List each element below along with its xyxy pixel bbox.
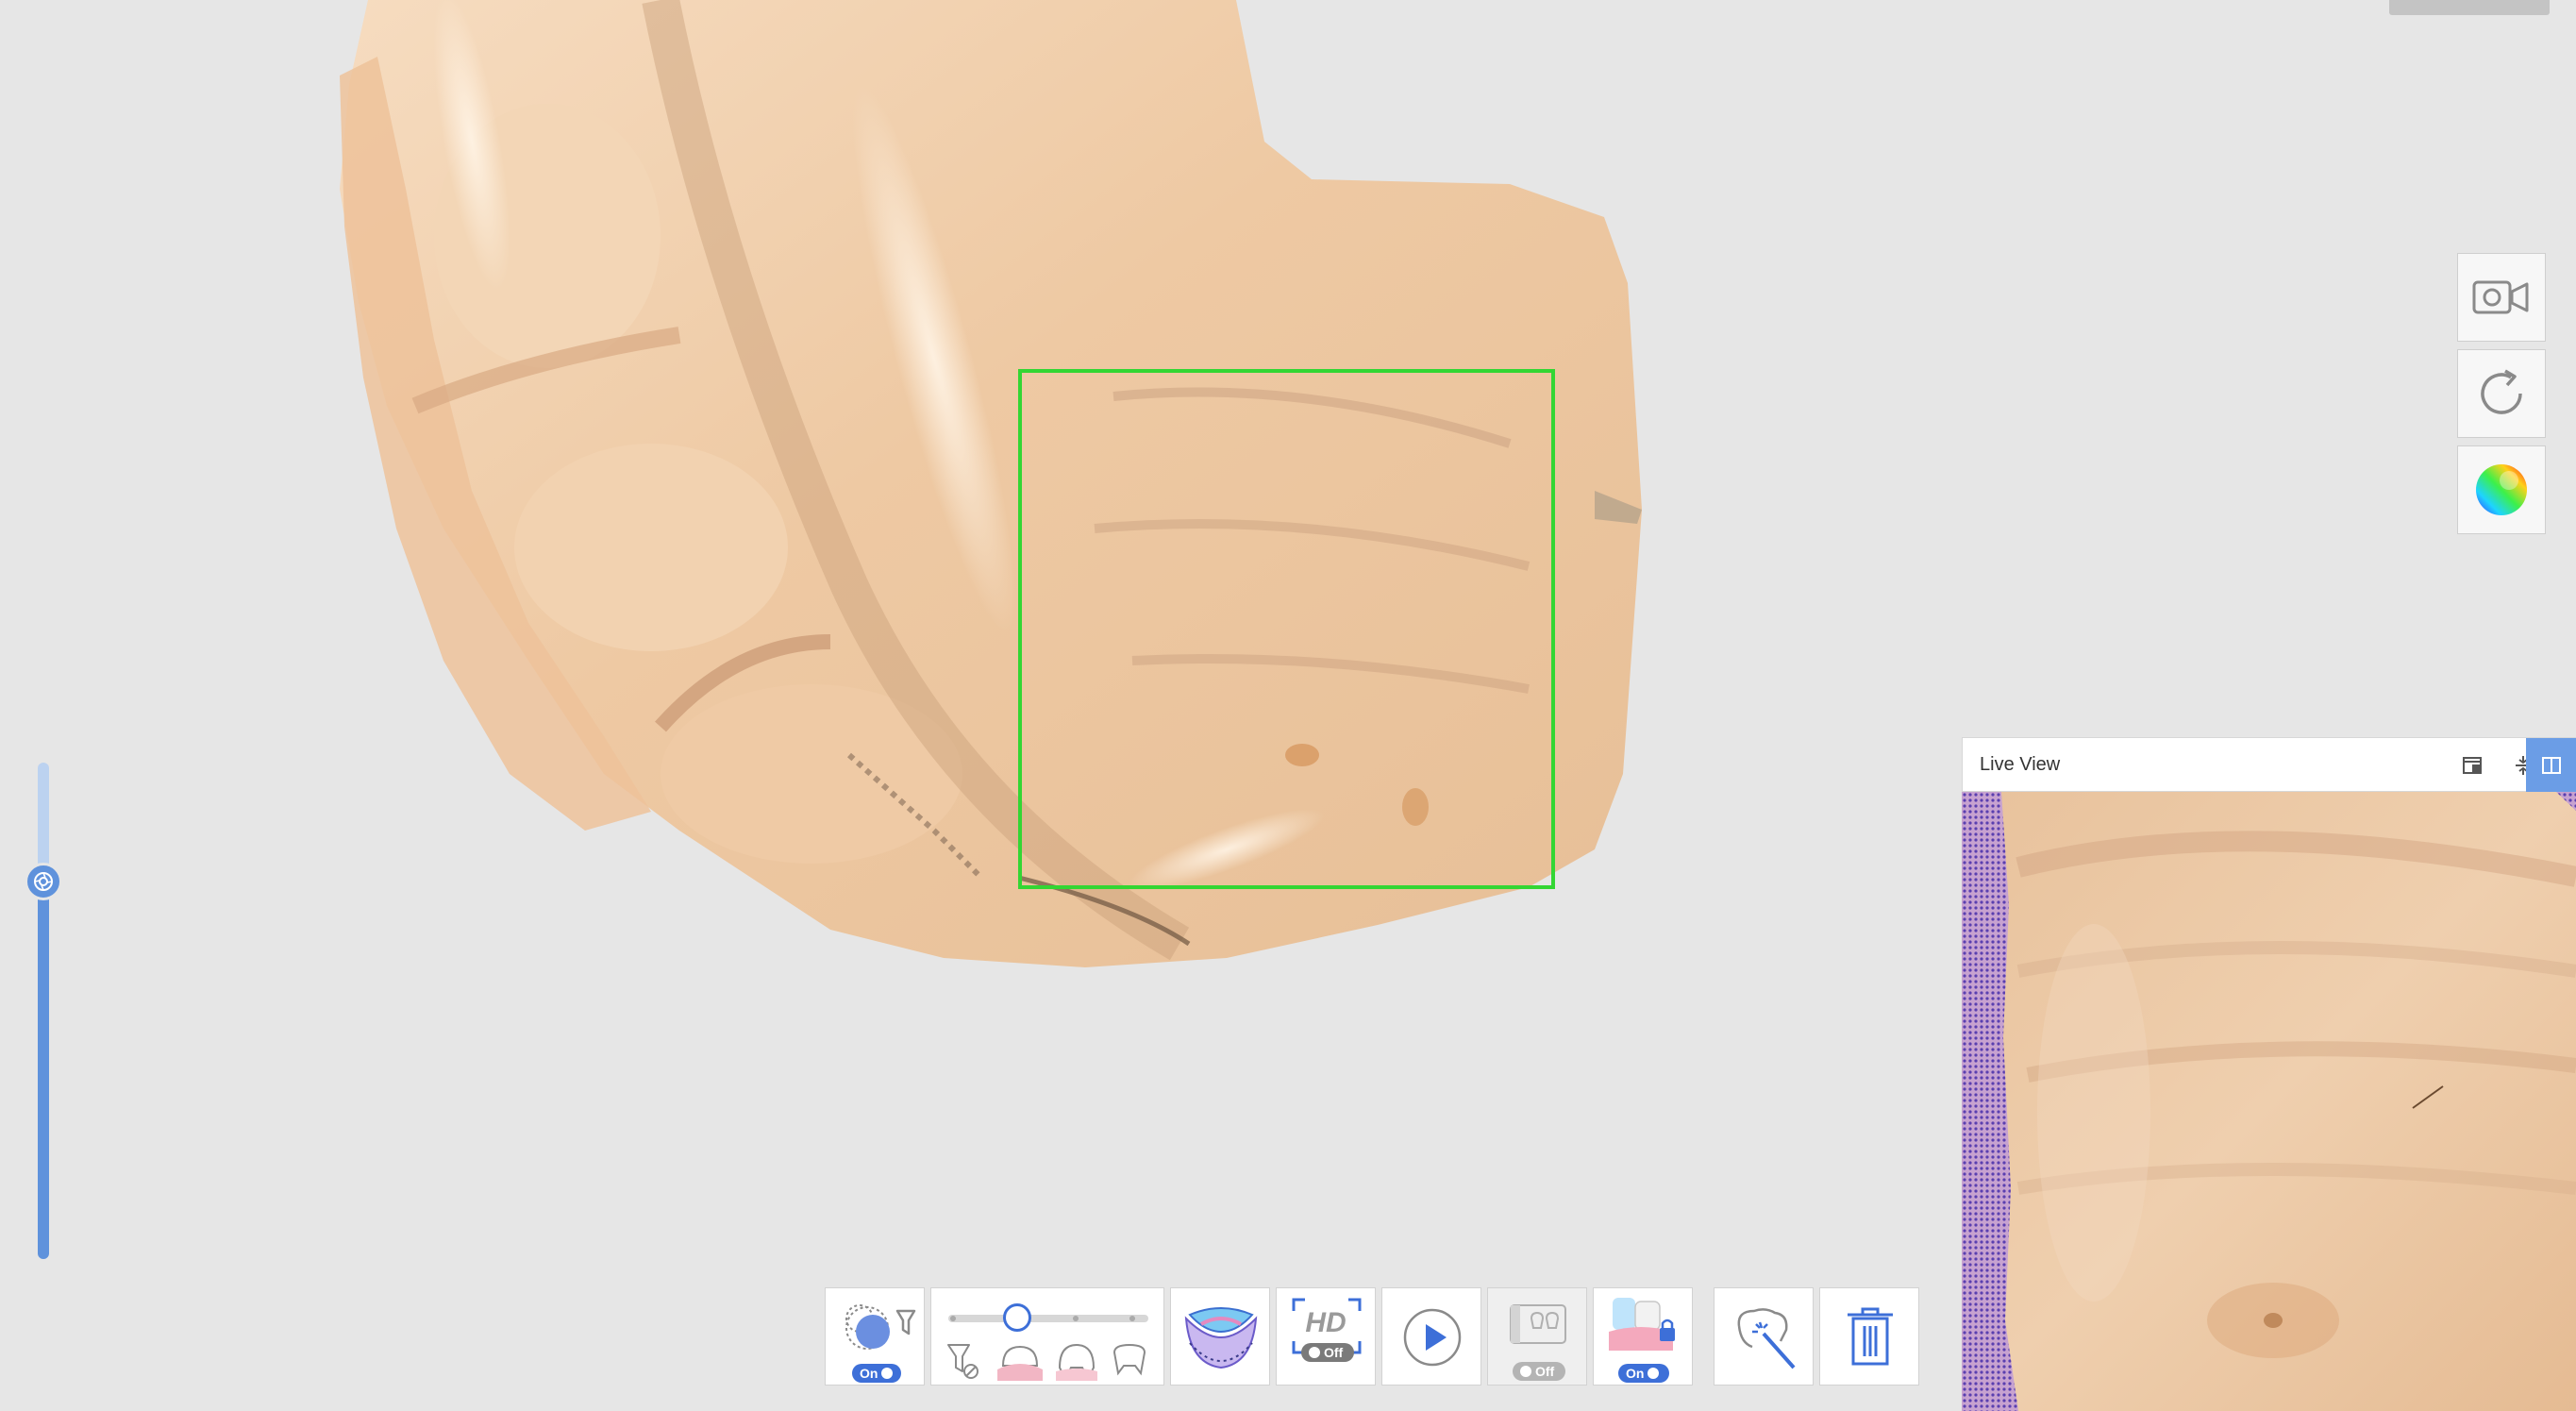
occlusion-toggle[interactable]: Off xyxy=(1513,1362,1565,1381)
top-handle[interactable] xyxy=(2389,0,2550,15)
rotate-reset-icon xyxy=(2481,369,2522,414)
hd-toggle[interactable]: Off xyxy=(1301,1343,1354,1362)
hd-state: Off xyxy=(1324,1345,1344,1360)
zoom-slider[interactable] xyxy=(25,763,62,1259)
video-camera-icon xyxy=(2472,280,2529,314)
scan-toolbar: On HD Off Off On xyxy=(0,1287,2576,1387)
play-icon xyxy=(1403,1308,1462,1367)
video-camera-button[interactable] xyxy=(2457,253,2546,342)
split-view-button[interactable] xyxy=(2526,738,2576,793)
scan-mode-slider[interactable] xyxy=(930,1287,1164,1386)
occlusion-mode-button[interactable]: Off xyxy=(1487,1287,1587,1386)
tooth-gum-icon xyxy=(1056,1343,1097,1382)
lock-region-state: On xyxy=(1626,1366,1645,1381)
lock-teeth-icon xyxy=(1609,1298,1675,1351)
live-view-header: Live View xyxy=(1962,737,2576,793)
play-button[interactable] xyxy=(1381,1287,1481,1386)
live-view-title: Live View xyxy=(1980,754,2061,775)
lock-region-button[interactable]: On xyxy=(1593,1287,1693,1386)
mode-slider-knob[interactable] xyxy=(1003,1303,1031,1332)
pin-window-button[interactable] xyxy=(2447,738,2498,793)
color-map-button[interactable] xyxy=(2457,445,2546,534)
mode-slider-tick xyxy=(1073,1316,1079,1321)
tooth-icon xyxy=(1112,1343,1146,1376)
smart-select-button[interactable] xyxy=(1714,1287,1814,1386)
filter-off-icon xyxy=(947,1344,979,1379)
mode-slider-tick xyxy=(1129,1316,1135,1321)
ai-filter-button[interactable]: On xyxy=(825,1287,925,1386)
slider-track-lower[interactable] xyxy=(38,882,49,1259)
gum-tooth-icon xyxy=(997,1345,1043,1381)
dental-arch-button[interactable] xyxy=(1170,1287,1270,1386)
delete-button[interactable] xyxy=(1819,1287,1919,1386)
split-view-icon xyxy=(2542,757,2561,774)
magic-select-icon xyxy=(1737,1308,1796,1369)
side-toolbar xyxy=(2457,253,2548,542)
occlusion-icon xyxy=(1510,1304,1566,1344)
mode-slider-track[interactable] xyxy=(948,1315,1148,1322)
hd-mode-button[interactable]: HD Off xyxy=(1276,1287,1376,1386)
slider-knob[interactable] xyxy=(25,863,62,900)
ai-filter-state: On xyxy=(860,1366,878,1381)
scan-area-frame xyxy=(1018,369,1555,889)
pin-window-icon xyxy=(2463,757,2482,774)
color-map-sphere-icon xyxy=(2476,464,2527,515)
ai-filter-icon xyxy=(845,1304,916,1350)
occlusion-state: Off xyxy=(1535,1364,1555,1379)
lock-region-toggle[interactable]: On xyxy=(1618,1364,1669,1383)
dental-arch-icon xyxy=(1184,1307,1258,1369)
trash-icon xyxy=(1848,1307,1893,1366)
reset-view-button[interactable] xyxy=(2457,349,2546,438)
mode-slider-tick xyxy=(950,1316,956,1321)
aperture-icon xyxy=(34,872,53,891)
hd-label: HD xyxy=(1305,1307,1347,1338)
ai-filter-toggle[interactable]: On xyxy=(852,1364,901,1383)
